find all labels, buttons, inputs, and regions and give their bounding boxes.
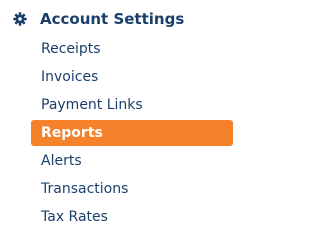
menu-item-reports[interactable]: Reports (31, 120, 233, 146)
menu-item-label: Alerts (41, 153, 82, 169)
menu-item-payment-links[interactable]: Payment Links (31, 92, 233, 118)
gear-icon (13, 12, 27, 26)
menu-item-label: Tax Rates (41, 209, 108, 225)
menu-item-label: Payment Links (41, 97, 143, 113)
account-settings-menu: Account Settings Receipts Invoices Payme… (0, 0, 237, 242)
menu-item-label: Reports (41, 125, 103, 141)
menu-item-label: Invoices (41, 69, 99, 85)
menu-item-alerts[interactable]: Alerts (31, 148, 233, 174)
menu-item-receipts[interactable]: Receipts (31, 36, 233, 62)
menu-item-label: Receipts (41, 41, 101, 57)
menu-item-tax-rates[interactable]: Tax Rates (31, 204, 233, 230)
account-settings-label: Account Settings (40, 10, 185, 28)
menu-item-transactions[interactable]: Transactions (31, 176, 233, 202)
account-settings-header[interactable]: Account Settings (13, 8, 184, 30)
menu-item-label: Transactions (41, 181, 129, 197)
menu-item-invoices[interactable]: Invoices (31, 64, 233, 90)
